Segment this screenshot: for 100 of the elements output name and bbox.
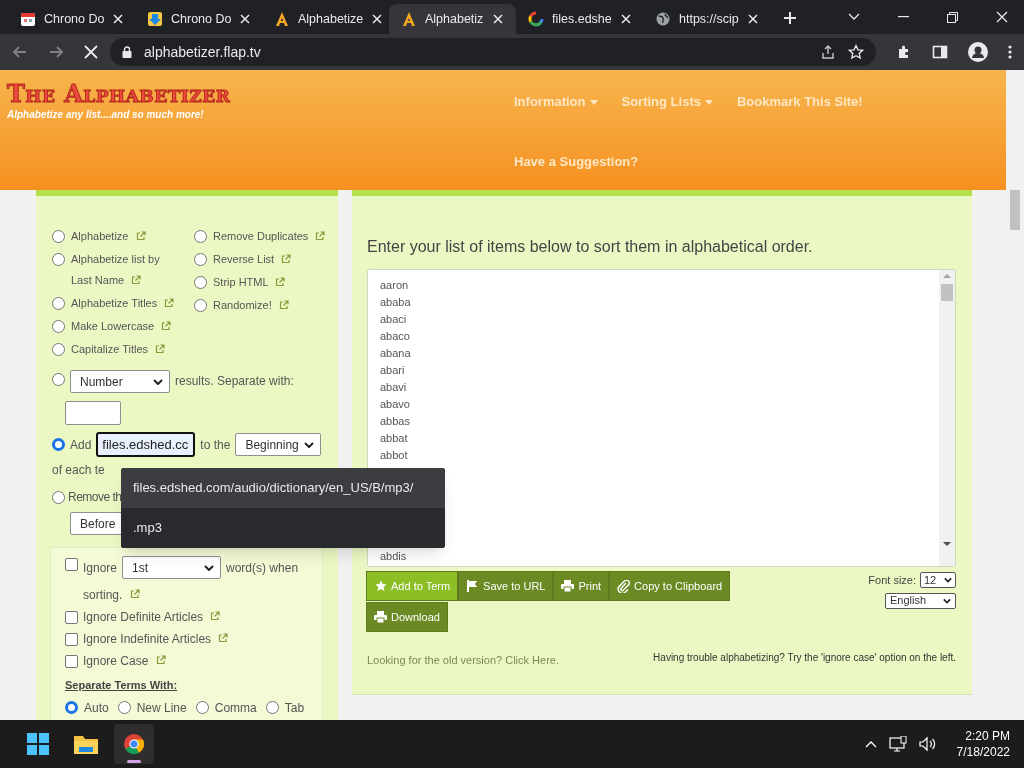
radio-button[interactable] [117,701,131,714]
radio-button[interactable] [65,701,78,714]
share-icon[interactable] [820,44,836,60]
external-link-icon [129,589,140,599]
profile-icon[interactable] [968,42,988,62]
option-label: word(s) when [226,560,299,577]
close-icon[interactable] [996,11,1008,23]
option-label[interactable]: Alphabetize list by Last Name [71,249,178,291]
browser-tab[interactable]: Alphabetiz [389,4,516,34]
external-link-icon [164,298,175,308]
network-icon[interactable] [888,736,907,752]
option-label[interactable]: Capitalize Titles [71,339,166,360]
close-icon[interactable] [112,13,125,25]
close-icon[interactable] [746,13,759,25]
language-select[interactable]: English [885,592,956,609]
option-label[interactable]: Tab [284,698,305,717]
windows-icon [26,733,50,755]
checkbox[interactable] [65,654,78,668]
clock[interactable]: 2:20 PM 7/18/2022 [956,728,1010,760]
checkbox[interactable] [65,632,78,646]
option-label[interactable]: Strip HTML [213,272,286,293]
address-bar[interactable]: alphabetizer.flap.tv [110,38,876,66]
checkbox[interactable] [65,610,78,624]
radio-button[interactable] [52,230,65,243]
printer-icon [374,610,387,624]
toolbar-button[interactable]: Download [366,602,448,632]
chevron-down-icon[interactable] [848,13,860,21]
stop-icon[interactable] [84,45,98,59]
list-item: abana [380,346,411,361]
radio-button[interactable] [52,253,65,266]
chevron-up-icon[interactable] [864,740,877,748]
checkbox[interactable] [65,558,78,571]
suggestion-item[interactable]: files.edshed.com/audio/dictionary/en_US/B/mp3/ [121,468,445,508]
volume-icon[interactable] [918,736,937,752]
globe-icon [655,11,671,27]
toolbar-button[interactable]: Save to URL [458,571,554,601]
prefix-field[interactable]: files.edshed.cc [96,432,196,457]
option-label[interactable]: Reverse List [213,249,292,270]
option-label: Remove th [68,489,122,506]
back-icon[interactable] [12,44,28,60]
close-icon[interactable] [619,13,632,25]
radio-button[interactable] [194,276,207,289]
toolbar-button[interactable]: Copy to Clipboard [609,571,731,601]
list-item: aaron [380,278,409,293]
option-label[interactable]: New Line [136,698,187,717]
radio-button[interactable] [52,490,65,504]
old-version-link[interactable]: Looking for the old version? Click Here. [367,652,559,669]
star-icon[interactable] [848,44,864,60]
radio-button[interactable] [194,299,207,312]
scrollbar[interactable] [939,270,955,566]
list-item: abaci [380,312,407,327]
site-logo-icon [274,11,290,27]
close-icon[interactable] [239,13,252,25]
restore-icon[interactable] [947,11,958,23]
toolbar-button[interactable]: Print [553,571,610,601]
sidebar-icon[interactable] [932,44,948,60]
minimize-icon[interactable] [898,16,909,18]
radio-button[interactable] [52,320,65,333]
list-item: abaco [380,329,410,344]
word-count-select[interactable]: 1st [122,556,222,579]
option-label[interactable]: Auto [84,698,109,717]
radio-button[interactable] [52,372,65,386]
close-icon[interactable] [492,13,504,25]
option-label[interactable]: Comma [214,698,257,717]
radio-button[interactable] [52,297,65,310]
option-label: Ignore Indefinite Articles [83,630,229,648]
folder-icon [74,733,98,755]
forward-icon[interactable] [48,44,64,60]
site-logo-icon [401,11,417,27]
list-item: abavi [380,380,407,395]
option-label[interactable]: Alphabetize Titles [71,293,175,314]
field-label: Font size: [868,573,916,588]
url-text: alphabetizer.flap.tv [144,42,262,62]
radio-button[interactable] [195,701,209,714]
option-label[interactable]: Alphabetize [71,226,146,247]
option-label[interactable]: Make Lowercase [71,316,172,337]
external-link-icon [315,231,326,241]
close-icon[interactable] [371,13,384,25]
separator-field[interactable] [65,401,121,425]
radio-button[interactable] [52,343,65,356]
option-label[interactable]: Remove Duplicates [213,226,326,247]
tagline: Alphabetize any list....and so much more! [7,108,204,122]
position-select[interactable]: Beginning [235,433,322,456]
suggestion-item[interactable]: .mp3 [121,508,445,548]
option-label: sorting. [83,586,140,604]
printer-icon [561,579,575,593]
count-select[interactable]: Number [70,370,170,393]
list-item: ababa [380,295,411,310]
radio-button[interactable] [194,230,207,243]
option-label[interactable]: Randomize! [213,295,289,316]
menu-icon[interactable] [1008,44,1012,60]
caret-icon [944,577,952,583]
font-size-select[interactable]: 12 [920,572,956,589]
external-link-icon [210,611,221,621]
taskbar-button[interactable] [114,724,154,764]
radio-button[interactable] [265,701,279,714]
radio-button[interactable] [52,438,65,451]
radio-button[interactable] [194,253,207,266]
new-tab-icon[interactable] [782,10,798,26]
external-link-icon [131,275,142,285]
